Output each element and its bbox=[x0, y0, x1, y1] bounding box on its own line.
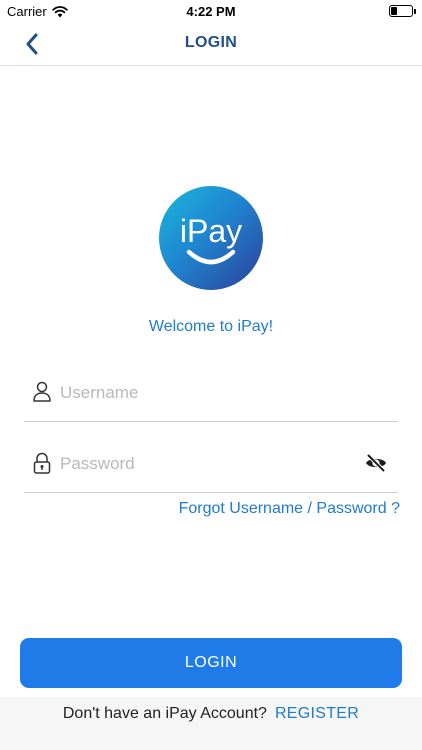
register-prompt: Don't have an iPay Account? bbox=[62, 705, 267, 722]
forgot-credentials-link[interactable]: Forgot Username / Password ? bbox=[179, 500, 400, 518]
logo-text: iPay bbox=[180, 213, 242, 249]
battery-level bbox=[391, 7, 397, 15]
navigation-bar: LOGIN bbox=[0, 22, 422, 66]
password-field[interactable] bbox=[24, 437, 398, 493]
login-button[interactable]: LOGIN bbox=[20, 638, 402, 688]
ipay-logo: iPay bbox=[159, 186, 263, 290]
logo-mark: iPay bbox=[180, 213, 242, 265]
password-input[interactable] bbox=[60, 451, 350, 477]
username-input[interactable] bbox=[60, 380, 350, 406]
login-screen: Carrier 4:22 PM LOGIN iPay Welcome to iP… bbox=[0, 0, 422, 750]
register-link[interactable]: REGISTER bbox=[275, 705, 359, 722]
eye-off-icon[interactable] bbox=[364, 451, 388, 475]
username-field[interactable] bbox=[24, 366, 398, 422]
logo-smile bbox=[186, 249, 236, 265]
lock-icon bbox=[33, 452, 51, 474]
register-row: Don't have an iPay Account? REGISTER bbox=[0, 697, 422, 750]
battery-icon bbox=[389, 5, 416, 17]
welcome-text: Welcome to iPay! bbox=[148, 318, 274, 335]
status-time: 4:22 PM bbox=[186, 4, 236, 19]
user-icon bbox=[33, 381, 51, 402]
page-title: LOGIN bbox=[184, 34, 238, 51]
status-bar: Carrier 4:22 PM bbox=[0, 0, 422, 22]
